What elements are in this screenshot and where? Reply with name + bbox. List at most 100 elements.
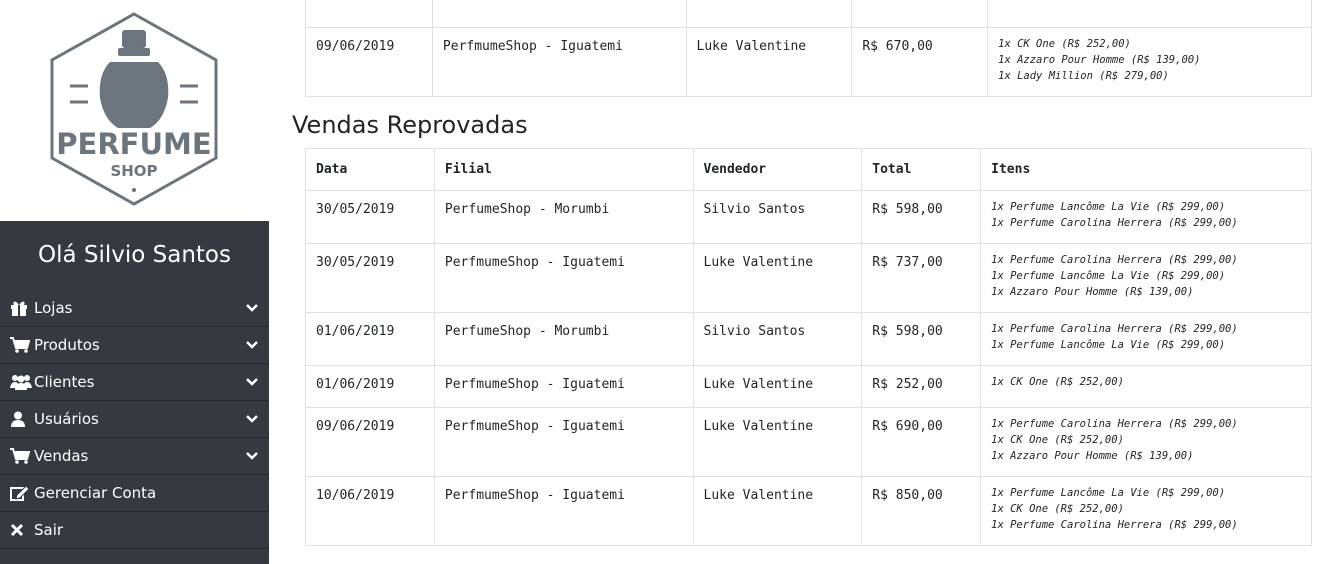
cell-vendedor: Luke Valentine — [692, 476, 863, 546]
users-icon — [10, 374, 32, 390]
rejected-sales-title: Vendas Reprovadas — [292, 111, 528, 139]
table-row: 30/05/2019 PerfmumeShop - Iguatemi Luke Va… — [305, 243, 1312, 313]
nav-item-vendas[interactable]: Vendas — [0, 438, 269, 475]
cell-data: 01/06/2019 — [305, 312, 435, 366]
cell-total: R$ 252,00 — [861, 365, 982, 408]
header-data: Data — [305, 148, 435, 191]
cell-data: 30/05/2019 — [305, 190, 435, 244]
cell-vendedor: Luke Valentine — [692, 407, 863, 477]
cell-filial: PerfumeShop - Morumbi — [433, 190, 694, 244]
cell-filial: PerfmumeShop - Iguatemi — [433, 243, 694, 313]
cell-itens: 1x Perfume Carolina Herrera (R$ 299,00) 1… — [980, 407, 1312, 477]
user-greeting: Olá Silvio Santos — [37, 242, 231, 268]
edit-icon — [10, 485, 32, 501]
item-line: 1x Perfume Lancôme La Vie (R$ 299,00) — [991, 270, 1226, 282]
item-line: 1x Lady Million (R$ 279,00) — [998, 70, 1169, 82]
svg-text:SHOP: SHOP — [110, 162, 157, 180]
header-vendedor: Vendedor — [692, 148, 863, 191]
table-row: 1x Perfume Carolina Herrera (R$ 299,00) — [305, 0, 1312, 28]
chevron-down-icon[interactable] — [245, 412, 259, 426]
item-line: 1x Perfume Carolina Herrera (R$ 299,00) — [991, 418, 1238, 430]
perfume-shop-logo: PERFUME SHOP — [50, 12, 218, 206]
nav-item-clientes[interactable]: Clientes — [0, 364, 269, 401]
item-line: 1x CK One (R$ 252,00) — [991, 503, 1124, 515]
header-filial: Filial — [433, 148, 694, 191]
cell-filial — [431, 0, 687, 28]
cell-vendedor — [685, 0, 853, 28]
user-icon — [10, 411, 32, 427]
cell-total: R$ 598,00 — [861, 190, 982, 244]
cell-itens: 1x Perfume Lancôme La Vie (R$ 299,00) 1x … — [980, 190, 1312, 244]
cell-total: R$ 598,00 — [861, 312, 982, 366]
item-line: 1x Perfume Carolina Herrera (R$ 299,00) — [991, 217, 1238, 229]
cell-itens: 1x Perfume Lancôme La Vie (R$ 299,00) 1x … — [980, 476, 1312, 546]
item-line: 1x Perfume Lancôme La Vie (R$ 299,00) — [991, 487, 1226, 499]
nav-item-label: Produtos — [34, 336, 100, 354]
cell-itens: 1x Perfume Carolina Herrera (R$ 299,00) 1… — [980, 312, 1312, 366]
gift-icon — [10, 300, 32, 316]
item-line: 1x CK One (R$ 252,00) — [991, 434, 1124, 446]
cell-filial: PerfmumeShop - Iguatemi — [433, 365, 694, 408]
cell-data: 10/06/2019 — [305, 476, 435, 546]
nav-item-lojas[interactable]: Lojas — [0, 290, 269, 327]
cell-vendedor: Silvio Santos — [692, 190, 863, 244]
cell-filial: PerfumeShop - Morumbi — [433, 312, 694, 366]
item-line: 1x Azzaro Pour Homme (R$ 139,00) — [998, 54, 1201, 66]
nav-item-produtos[interactable]: Produtos — [0, 327, 269, 364]
close-icon — [10, 522, 32, 538]
cell-total: R$ 690,00 — [861, 407, 982, 477]
cell-filial: PerfmumeShop - Iguatemi — [433, 407, 694, 477]
cell-itens: 1x Perfume Carolina Herrera (R$ 299,00) 1… — [980, 243, 1312, 313]
nav-item-label: Clientes — [34, 373, 95, 391]
nav-item-usuarios[interactable]: Usuários — [0, 401, 269, 438]
cell-data: 30/05/2019 — [305, 243, 435, 313]
item-line: 1x Azzaro Pour Homme (R$ 139,00) — [991, 286, 1194, 298]
cart-icon — [10, 448, 32, 464]
approved-sales-table: 1x Perfume Carolina Herrera (R$ 299,00)0… — [305, 0, 1312, 97]
header-total: Total — [861, 148, 982, 191]
cell-data: 09/06/2019 — [305, 27, 433, 97]
cell-itens: 1x CK One (R$ 252,00) 1x Azzaro Pour Homm… — [987, 27, 1312, 97]
item-line: 1x Perfume Carolina Herrera (R$ 299,00) — [991, 323, 1238, 335]
nav-item-label: Vendas — [34, 447, 89, 465]
table-header-row: Data Filial Vendedor Total Itens — [305, 148, 1312, 191]
chevron-down-icon[interactable] — [245, 375, 259, 389]
cell-itens: 1x Perfume Carolina Herrera (R$ 299,00) — [987, 0, 1312, 28]
cell-filial: PerfmumeShop - Iguatemi — [433, 476, 694, 546]
table-row: 10/06/2019 PerfmumeShop - Iguatemi Luke Va… — [305, 476, 1312, 546]
chevron-down-icon[interactable] — [245, 301, 259, 315]
nav-item-label: Lojas — [34, 299, 73, 317]
nav-item-gerenciar-conta[interactable]: Gerenciar Conta — [0, 475, 269, 512]
item-line: 1x Perfume Lancôme La Vie (R$ 299,00) — [991, 339, 1226, 351]
chevron-down-icon[interactable] — [245, 338, 259, 352]
cell-vendedor: Silvio Santos — [692, 312, 863, 366]
cell-vendedor: Luke Valentine — [685, 27, 853, 97]
main-content: 1x Perfume Carolina Herrera (R$ 299,00)0… — [290, 0, 1330, 564]
nav-menu: Olá Silvio Santos Lojas Produtos Clientes U… — [0, 221, 269, 564]
cell-vendedor: Luke Valentine — [692, 243, 863, 313]
table-row: 09/06/2019 PerfmumeShop - Iguatemi Luke Va… — [305, 407, 1312, 477]
item-line: 1x CK One (R$ 252,00) — [998, 38, 1131, 50]
nav-item-sair[interactable]: Sair — [0, 512, 269, 549]
cell-data — [305, 0, 433, 28]
item-line: 1x Perfume Lancôme La Vie (R$ 299,00) — [991, 201, 1226, 213]
cart-icon — [10, 337, 32, 353]
table-row: 09/06/2019 PerfmumeShop - Iguatemi Luke Va… — [305, 27, 1312, 97]
table-row: 01/06/2019 PerfumeShop - Morumbi Silvio Sa… — [305, 312, 1312, 366]
svg-text:PERFUME: PERFUME — [56, 127, 211, 161]
nav-item-label: Usuários — [34, 410, 99, 428]
cell-total — [851, 0, 989, 28]
cell-total: R$ 850,00 — [861, 476, 982, 546]
cell-total: R$ 670,00 — [851, 27, 989, 97]
cell-data: 01/06/2019 — [305, 365, 435, 408]
item-line: 1x Perfume Carolina Herrera (R$ 299,00) — [991, 254, 1238, 266]
cell-total: R$ 737,00 — [861, 243, 982, 313]
nav-item-label: Sair — [34, 521, 64, 539]
cell-vendedor: Luke Valentine — [692, 365, 863, 408]
cell-itens: 1x CK One (R$ 252,00) — [980, 365, 1312, 408]
table-row: 30/05/2019 PerfumeShop - Morumbi Silvio Sa… — [305, 190, 1312, 244]
chevron-down-icon[interactable] — [245, 449, 259, 463]
sidebar: PERFUME SHOP Olá Silvio Santos Lojas Prod… — [0, 0, 269, 564]
cell-data: 09/06/2019 — [305, 407, 435, 477]
cell-filial: PerfmumeShop - Iguatemi — [431, 27, 687, 97]
